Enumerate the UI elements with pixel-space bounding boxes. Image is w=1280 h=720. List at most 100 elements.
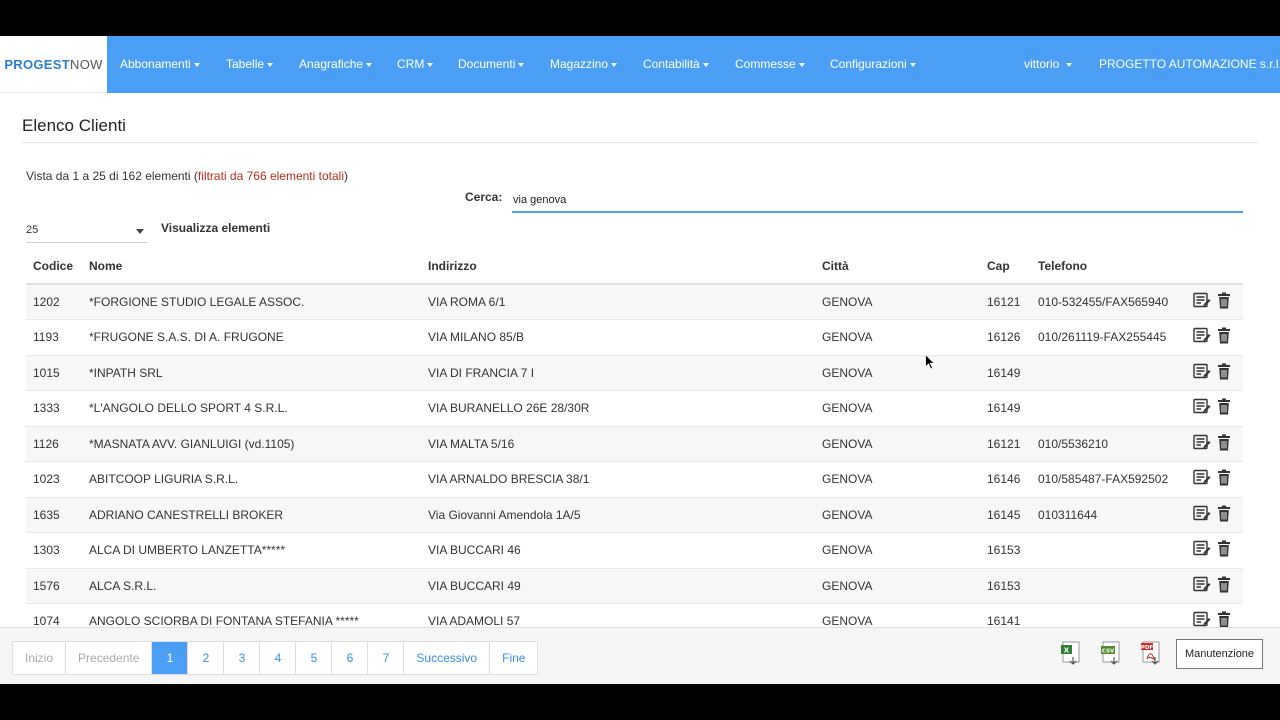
cell-citta: GENOVA bbox=[815, 532, 980, 569]
row-actions-wrap bbox=[1187, 505, 1243, 525]
edit-icon[interactable] bbox=[1193, 505, 1211, 525]
maintenance-button[interactable]: Manutenzione bbox=[1176, 639, 1263, 669]
cell-codice: 1635 bbox=[26, 497, 82, 533]
edit-icon[interactable] bbox=[1193, 398, 1211, 418]
cell-cap: 16153 bbox=[980, 532, 1031, 569]
nav-user-menu[interactable]: vittorio bbox=[1024, 36, 1072, 93]
caret-down-icon bbox=[427, 62, 434, 67]
caret-down-icon bbox=[193, 62, 200, 67]
nav-anagrafiche[interactable]: Anagrafiche bbox=[299, 36, 373, 93]
nav-configurazioni[interactable]: Configurazioni bbox=[830, 36, 916, 93]
edit-icon[interactable] bbox=[1193, 434, 1211, 454]
top-navbar: PROGEST NOW Abbonamenti Tabelle Anagrafic… bbox=[0, 36, 1280, 93]
page-length-select[interactable]: 25 bbox=[26, 219, 148, 243]
cell-nome: *INPATH SRL bbox=[82, 355, 421, 391]
table-row[interactable]: 1303 ALCA DI UMBERTO LANZETTA***** VIA BUC… bbox=[26, 532, 1243, 569]
cell-citta: GENOVA bbox=[815, 390, 980, 427]
nav-crm[interactable]: CRM bbox=[397, 36, 434, 93]
table-row[interactable]: 1126 *MASNATA AVV. GIANLUIGI (vd.1105) VIA… bbox=[26, 426, 1243, 462]
table-row[interactable]: 1193 *FRUGONE S.A.S. DI A. FRUGONE VIA MIL… bbox=[26, 319, 1243, 356]
col-header-telefono[interactable]: Telefono bbox=[1031, 248, 1187, 285]
nav-commesse[interactable]: Commesse bbox=[735, 36, 805, 93]
company-name: PROGETTO AUTOMAZIONE s.r.l. bbox=[1099, 57, 1280, 71]
nav-abbonamenti[interactable]: Abbonamenti bbox=[120, 36, 200, 93]
cell-cap: 16121 bbox=[980, 284, 1031, 320]
col-header-nome[interactable]: Nome bbox=[82, 248, 421, 285]
page-7[interactable]: 7 bbox=[367, 642, 403, 674]
pagination: Inizio Precedente 1 2 3 4 5 6 7 Successi… bbox=[12, 641, 539, 675]
trash-icon[interactable] bbox=[1217, 363, 1231, 383]
page-previous[interactable]: Precedente bbox=[65, 642, 151, 674]
cell-citta: GENOVA bbox=[815, 355, 980, 391]
footer-bar: Inizio Precedente 1 2 3 4 5 6 7 Successi… bbox=[0, 627, 1280, 684]
clients-table: Codice Nome Indirizzo Città Cap Telefono… bbox=[26, 248, 1243, 640]
trash-icon[interactable] bbox=[1217, 398, 1231, 418]
col-header-indirizzo[interactable]: Indirizzo bbox=[421, 248, 815, 285]
cell-codice: 1023 bbox=[26, 461, 82, 498]
nav-company[interactable]: PROGETTO AUTOMAZIONE s.r.l. bbox=[1099, 36, 1280, 93]
cell-codice: 1576 bbox=[26, 568, 82, 604]
edit-icon[interactable] bbox=[1193, 327, 1211, 347]
edit-icon[interactable] bbox=[1193, 292, 1211, 312]
page-1[interactable]: 1 bbox=[151, 642, 188, 674]
nav-tabelle[interactable]: Tabelle bbox=[226, 36, 274, 93]
table-row[interactable]: 1202 *FORGIONE STUDIO LEGALE ASSOC. VIA RO… bbox=[26, 284, 1243, 320]
trash-icon[interactable] bbox=[1217, 505, 1231, 525]
table-row[interactable]: 1635 ADRIANO CANESTRELLI BROKER Via Giovan… bbox=[26, 497, 1243, 533]
col-header-cap[interactable]: Cap bbox=[980, 248, 1031, 285]
nav-label: Configurazioni bbox=[830, 57, 907, 71]
search-input[interactable] bbox=[512, 188, 1243, 213]
page-first[interactable]: Inizio bbox=[13, 642, 65, 674]
table-row[interactable]: 1576 ALCA S.R.L. VIA BUCCARI 49 GENOVA 16153 bbox=[26, 568, 1243, 604]
nav-documenti[interactable]: Documenti bbox=[458, 36, 525, 93]
svg-text:CSV: CSV bbox=[1102, 649, 1115, 655]
cell-codice: 1202 bbox=[26, 284, 82, 320]
cell-codice: 1333 bbox=[26, 390, 82, 427]
nav-contabilita[interactable]: Contabilità bbox=[643, 36, 709, 93]
trash-icon[interactable] bbox=[1217, 434, 1231, 454]
cell-indirizzo: VIA ARNALDO BRESCIA 38/1 bbox=[421, 461, 815, 498]
nav-label: CRM bbox=[397, 57, 425, 71]
page-length-value: 25 bbox=[26, 224, 39, 236]
table-row[interactable]: 1333 *L'ANGOLO DELLO SPORT 4 S.R.L. VIA BU… bbox=[26, 390, 1243, 427]
cell-telefono: 010/261119-FAX255445 bbox=[1031, 319, 1187, 356]
table-row[interactable]: 1023 ABITCOOP LIGURIA S.R.L. VIA ARNALDO B… bbox=[26, 461, 1243, 498]
caret-down-icon bbox=[909, 62, 916, 67]
trash-icon[interactable] bbox=[1217, 327, 1231, 347]
caret-down-icon bbox=[518, 62, 525, 67]
edit-icon[interactable] bbox=[1193, 576, 1211, 596]
edit-icon[interactable] bbox=[1193, 363, 1211, 383]
page-3[interactable]: 3 bbox=[223, 642, 259, 674]
cell-nome: *FORGIONE STUDIO LEGALE ASSOC. bbox=[82, 284, 421, 320]
col-header-codice[interactable]: Codice bbox=[26, 248, 82, 285]
page-next[interactable]: Successivo bbox=[403, 642, 489, 674]
info-filtered: filtrati da 766 elementi totali bbox=[197, 169, 344, 183]
nav-magazzino[interactable]: Magazzino bbox=[550, 36, 618, 93]
row-actions-wrap bbox=[1187, 398, 1243, 418]
pdf-export-icon[interactable]: PDF bbox=[1140, 640, 1164, 666]
trash-icon[interactable] bbox=[1217, 576, 1231, 596]
col-header-citta[interactable]: Città bbox=[815, 248, 980, 285]
csv-export-icon[interactable]: CSV bbox=[1100, 640, 1124, 666]
trash-icon[interactable] bbox=[1217, 292, 1231, 312]
svg-text:PDF: PDF bbox=[1141, 645, 1154, 651]
trash-icon[interactable] bbox=[1217, 469, 1231, 489]
cell-citta: GENOVA bbox=[815, 284, 980, 320]
page-last[interactable]: Fine bbox=[489, 642, 537, 674]
page-5[interactable]: 5 bbox=[295, 642, 331, 674]
cell-cap: 16121 bbox=[980, 426, 1031, 462]
row-actions bbox=[1187, 284, 1243, 320]
brand-logo[interactable]: PROGEST NOW bbox=[0, 36, 107, 93]
edit-icon[interactable] bbox=[1193, 469, 1211, 489]
page-length-label: Visualizza elementi bbox=[161, 221, 271, 235]
cell-telefono bbox=[1031, 355, 1187, 391]
trash-icon[interactable] bbox=[1217, 540, 1231, 560]
edit-icon[interactable] bbox=[1193, 540, 1211, 560]
table-row[interactable]: 1015 *INPATH SRL VIA DI FRANCIA 7 I GENOVA 1… bbox=[26, 355, 1243, 391]
page-2[interactable]: 2 bbox=[187, 642, 223, 674]
nav-label: Commesse bbox=[735, 57, 796, 71]
page-4[interactable]: 4 bbox=[259, 642, 295, 674]
page-6[interactable]: 6 bbox=[331, 642, 367, 674]
cell-nome: *FRUGONE S.A.S. DI A. FRUGONE bbox=[82, 319, 421, 356]
excel-export-icon[interactable]: X bbox=[1060, 640, 1084, 666]
